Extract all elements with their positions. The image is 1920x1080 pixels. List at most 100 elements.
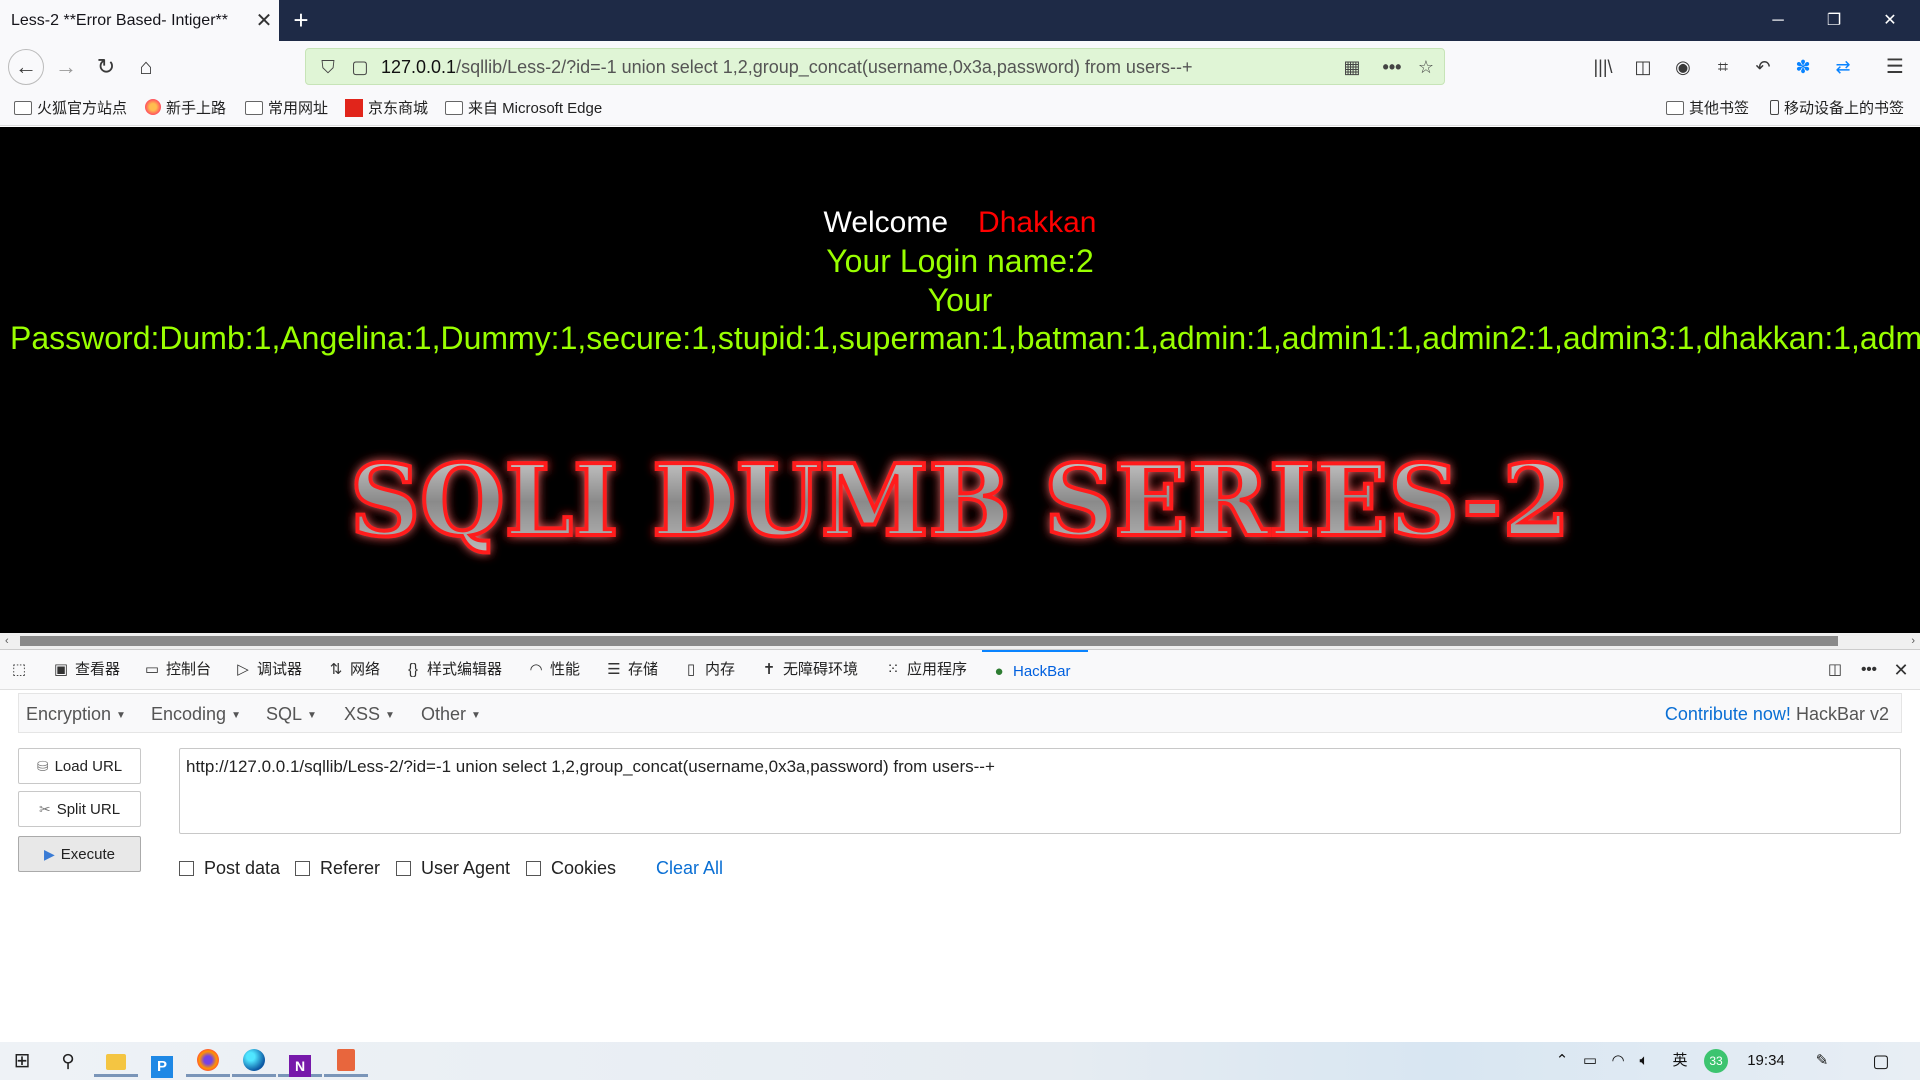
menu-other[interactable]: Other ▼ xyxy=(421,694,481,734)
checkbox-box[interactable] xyxy=(396,861,411,876)
back-icon[interactable]: ← xyxy=(8,49,44,85)
horizontal-scrollbar[interactable]: ‹ › xyxy=(0,633,1920,649)
page-info-icon[interactable]: ▢ xyxy=(344,51,376,83)
checkbox-box[interactable] xyxy=(526,861,541,876)
home-icon[interactable]: ⌂ xyxy=(129,50,163,84)
clock[interactable]: 19:34 xyxy=(1736,1042,1796,1080)
load-url-button[interactable]: ⛁ Load URL xyxy=(18,748,141,784)
bookmark-item[interactable]: 火狐官方站点 xyxy=(14,92,127,126)
devtools-toolbar: ⬚ ▣ 查看器 ▭ 控制台 ▷ 调试器 ⇅ 网络 {} 样式编辑器 ◠ 性能 ☰ 存储 ▯ 内存… xyxy=(0,650,1920,690)
forward-icon[interactable]: → xyxy=(49,50,83,84)
clear-all-link[interactable]: Clear All xyxy=(656,856,723,880)
post-data-checkbox[interactable]: Post data xyxy=(179,856,280,880)
search-icon[interactable]: ⚲ xyxy=(46,1045,90,1077)
user-agent-checkbox[interactable]: User Agent xyxy=(396,856,510,880)
undo-icon[interactable]: ↶ xyxy=(1746,50,1780,84)
app-p-icon[interactable]: P xyxy=(140,1045,184,1078)
tab-label: 样式编辑器 xyxy=(427,661,503,678)
scrollbar-thumb[interactable] xyxy=(20,636,1838,646)
paw-extension-icon[interactable]: ✽ xyxy=(1786,50,1820,84)
page-actions-icon[interactable]: ••• xyxy=(1376,51,1408,83)
tab-label: 无障碍环境 xyxy=(783,661,859,678)
console-icon: ▭ xyxy=(144,661,160,678)
scroll-left-icon[interactable]: ‹ xyxy=(5,633,9,649)
url-text[interactable]: 127.0.0.1/sqllib/Less-2/?id=-1 union sel… xyxy=(381,49,1192,86)
checkbox-box[interactable] xyxy=(295,861,310,876)
new-tab-button[interactable]: + xyxy=(286,6,316,36)
app-tool-icon[interactable] xyxy=(324,1045,368,1077)
shield-icon[interactable]: ⛉ xyxy=(312,51,344,83)
restore-button[interactable]: ❐ xyxy=(1806,0,1862,41)
tab-bar: Less-2 **Error Based- Intiger** ✕ + ─ ❐ … xyxy=(0,0,1920,41)
menu-sql[interactable]: SQL ▼ xyxy=(266,694,317,734)
screenshot-icon[interactable]: ⌗ xyxy=(1706,50,1740,84)
ime-indicator[interactable]: 英 xyxy=(1668,1042,1692,1080)
contribute-link[interactable]: Contribute now! xyxy=(1665,704,1791,724)
sync-extension-icon[interactable]: ⇄ xyxy=(1826,50,1860,84)
bookmark-item[interactable]: 京东商城 xyxy=(345,92,428,126)
bookmark-item[interactable]: 移动设备上的书签 xyxy=(1770,92,1904,126)
menu-encryption[interactable]: Encryption ▼ xyxy=(26,694,126,734)
referer-checkbox[interactable]: Referer xyxy=(295,856,380,880)
tab-network[interactable]: ⇅ 网络 xyxy=(327,650,380,690)
tab-storage[interactable]: ☰ 存储 xyxy=(605,650,658,690)
tab-hackbar[interactable]: ● HackBar xyxy=(982,650,1088,690)
window-close-button[interactable]: ✕ xyxy=(1862,0,1918,41)
menu-icon[interactable]: ☰ xyxy=(1878,50,1912,84)
welcome-line: Welcome Dhakkan xyxy=(0,203,1920,243)
windows-start-icon[interactable]: ⊞ xyxy=(0,1045,44,1077)
checkbox-box[interactable] xyxy=(179,861,194,876)
tab-inspector[interactable]: ▣ 查看器 xyxy=(52,650,120,690)
bookmark-item[interactable]: 常用网址 xyxy=(245,92,328,126)
onenote-icon[interactable]: N xyxy=(278,1045,322,1077)
tray-chevron-icon[interactable]: ⌃ xyxy=(1550,1042,1574,1080)
tab-performance[interactable]: ◠ 性能 xyxy=(527,650,580,690)
split-url-button[interactable]: ✂ Split URL xyxy=(18,791,141,827)
jd-icon xyxy=(345,99,363,117)
qr-code-icon[interactable]: ▦ xyxy=(1336,51,1368,83)
reload-icon[interactable]: ↻ xyxy=(89,50,123,84)
execute-button[interactable]: ▶ Execute xyxy=(18,836,141,872)
tab-accessibility[interactable]: ✝ 无障碍环境 xyxy=(760,650,858,690)
bookmark-item[interactable]: 新手上路 xyxy=(145,92,226,126)
cookies-checkbox[interactable]: Cookies xyxy=(526,856,616,880)
pen-workspace-icon[interactable]: ✎ xyxy=(1810,1042,1834,1080)
bookmark-star-icon[interactable]: ☆ xyxy=(1410,51,1442,83)
tab-label: 网络 xyxy=(350,661,381,678)
tab-application[interactable]: ⁙ 应用程序 xyxy=(884,650,967,690)
minimize-button[interactable]: ─ xyxy=(1750,0,1806,41)
edge-icon[interactable] xyxy=(232,1045,276,1077)
tab-close-icon[interactable]: ✕ xyxy=(249,8,279,33)
url-bar[interactable]: ⛉ ▢ 127.0.0.1/sqllib/Less-2/?id=-1 union… xyxy=(305,48,1445,85)
firefox-taskbar-icon[interactable] xyxy=(186,1045,230,1077)
battery-icon[interactable]: ▭ xyxy=(1578,1042,1602,1080)
bookmark-item[interactable]: 来自 Microsoft Edge xyxy=(445,92,602,126)
volume-icon[interactable]: 🔈︎ xyxy=(1632,1042,1656,1080)
sidebar-icon[interactable]: ◫ xyxy=(1626,50,1660,84)
notification-badge[interactable]: 33 xyxy=(1702,1042,1730,1080)
account-icon[interactable]: ◉ xyxy=(1666,50,1700,84)
tab-title: Less-2 **Error Based- Intiger** xyxy=(11,11,228,29)
devtools-close-icon[interactable]: ✕ xyxy=(1892,650,1915,690)
memory-icon: ▯ xyxy=(686,661,696,678)
devtools-menu-icon[interactable]: ••• xyxy=(1860,650,1883,690)
bookmark-item[interactable]: 其他书签 xyxy=(1666,92,1749,126)
hackbar-icon: ● xyxy=(994,663,1004,680)
menu-encoding[interactable]: Encoding ▼ xyxy=(151,694,241,734)
file-explorer-icon[interactable] xyxy=(94,1045,138,1077)
action-center-icon[interactable]: ▢ xyxy=(1866,1042,1896,1080)
menu-label: SQL xyxy=(266,704,303,724)
tab-console[interactable]: ▭ 控制台 xyxy=(143,650,211,690)
element-picker-icon[interactable]: ⬚ xyxy=(10,650,33,690)
wifi-icon[interactable]: ◠ xyxy=(1606,1042,1630,1080)
scroll-right-icon[interactable]: › xyxy=(1911,633,1915,649)
dock-icon[interactable]: ◫ xyxy=(1826,650,1849,690)
library-icon[interactable]: |||\ xyxy=(1586,50,1620,84)
browser-tab[interactable]: Less-2 **Error Based- Intiger** ✕ xyxy=(0,0,279,41)
gauge-icon: ◠ xyxy=(529,661,543,678)
menu-xss[interactable]: XSS ▼ xyxy=(344,694,395,734)
tab-style-editor[interactable]: {} 样式编辑器 xyxy=(404,650,502,690)
url-textarea[interactable]: http://127.0.0.1/sqllib/Less-2/?id=-1 un… xyxy=(179,748,1901,834)
tab-debugger[interactable]: ▷ 调试器 xyxy=(234,650,302,690)
tab-memory[interactable]: ▯ 内存 xyxy=(682,650,735,690)
